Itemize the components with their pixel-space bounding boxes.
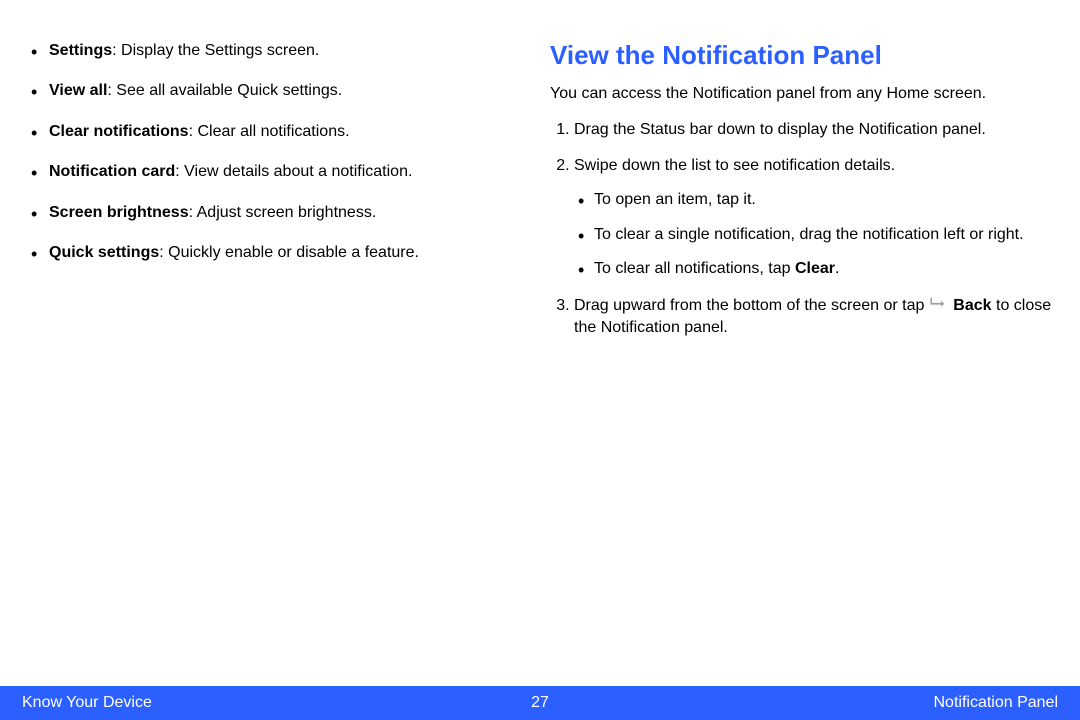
sub-text: To clear all notifications, tap xyxy=(594,260,795,277)
right-column: View the Notification Panel You can acce… xyxy=(550,40,1055,353)
intro-text: You can access the Notification panel fr… xyxy=(550,83,1055,105)
term: Notification card xyxy=(49,163,175,180)
step-text: Drag the Status bar down to display the … xyxy=(574,121,986,138)
sub-list: To open an item, tap it. To clear a sing… xyxy=(574,189,1055,280)
sub-text: To open an item, tap it. xyxy=(594,191,756,208)
step-text: Drag upward from the bottom of the scree… xyxy=(574,297,929,314)
list-item: Notification card: View details about a … xyxy=(49,161,530,183)
desc: : Clear all notifications. xyxy=(189,123,350,140)
list-item: Clear notifications: Clear all notificat… xyxy=(49,121,530,143)
term: Screen brightness xyxy=(49,204,189,221)
steps-list: Drag the Status bar down to display the … xyxy=(550,119,1055,340)
term: Quick settings xyxy=(49,244,159,261)
bold: Back xyxy=(953,297,991,314)
back-icon xyxy=(929,297,947,311)
sub-item: To clear a single notification, drag the… xyxy=(594,224,1055,246)
footer-right: Notification Panel xyxy=(933,694,1058,712)
list-item: Screen brightness: Adjust screen brightn… xyxy=(49,202,530,224)
list-item: View all: See all available Quick settin… xyxy=(49,80,530,102)
desc: : See all available Quick settings. xyxy=(107,82,342,99)
sub-item: To open an item, tap it. xyxy=(594,189,1055,211)
step-item: Swipe down the list to see notification … xyxy=(574,155,1055,281)
left-column: Settings: Display the Settings screen. V… xyxy=(25,40,530,353)
step-text: Swipe down the list to see notification … xyxy=(574,157,895,174)
list-item: Settings: Display the Settings screen. xyxy=(49,40,530,62)
desc: : Adjust screen brightness. xyxy=(189,204,377,221)
term: Settings xyxy=(49,42,112,59)
step-item: Drag the Status bar down to display the … xyxy=(574,119,1055,141)
term: View all xyxy=(49,82,107,99)
step-item: Drag upward from the bottom of the scree… xyxy=(574,295,1055,340)
page-number: 27 xyxy=(531,694,549,712)
list-item: Quick settings: Quickly enable or disabl… xyxy=(49,242,530,264)
sub-text: . xyxy=(835,260,839,277)
footer-left: Know Your Device xyxy=(22,694,152,712)
desc: : Quickly enable or disable a feature. xyxy=(159,244,419,261)
page-footer: Know Your Device 27 Notification Panel xyxy=(0,686,1080,720)
section-heading: View the Notification Panel xyxy=(550,40,1055,71)
desc: : View details about a notification. xyxy=(175,163,412,180)
feature-list: Settings: Display the Settings screen. V… xyxy=(25,40,530,264)
desc: : Display the Settings screen. xyxy=(112,42,319,59)
bold: Clear xyxy=(795,260,835,277)
sub-text: To clear a single notification, drag the… xyxy=(594,226,1024,243)
sub-item: To clear all notifications, tap Clear. xyxy=(594,258,1055,280)
term: Clear notifications xyxy=(49,123,189,140)
